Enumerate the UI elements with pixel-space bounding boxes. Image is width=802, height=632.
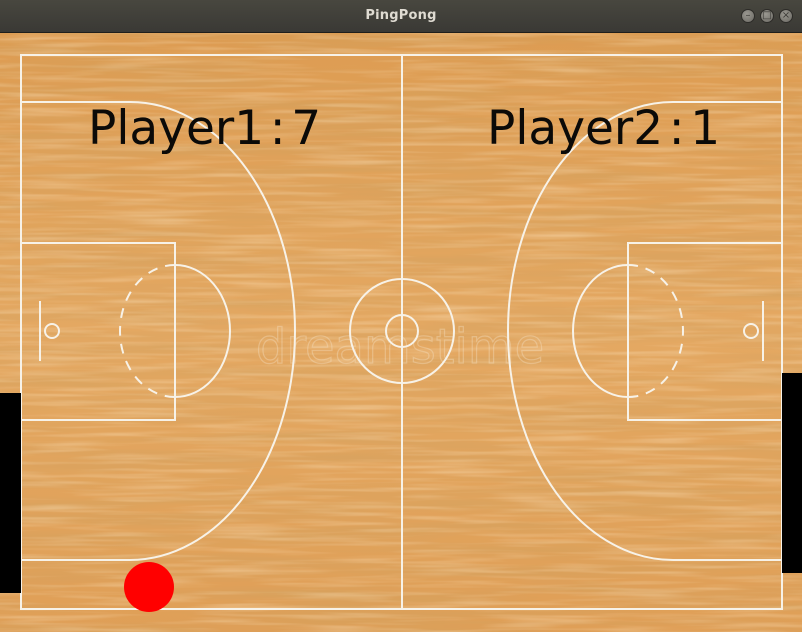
- close-button[interactable]: ×: [779, 9, 793, 23]
- player1-score: Player1:7: [88, 105, 321, 152]
- game-canvas[interactable]: dreamstime Player1: 7 Player2: 1: [0, 33, 802, 632]
- ball: [124, 562, 174, 612]
- minimize-button[interactable]: –: [741, 9, 755, 23]
- maximize-icon: □: [762, 10, 772, 21]
- player1-points: 7: [291, 101, 322, 156]
- player1-label: Player1: [88, 101, 265, 156]
- player2-label: Player2: [487, 101, 664, 156]
- window-title: PingPong: [365, 8, 437, 23]
- title-bar[interactable]: PingPong – □ ×: [0, 0, 802, 33]
- left-paddle[interactable]: [0, 393, 21, 593]
- player2-points: 1: [690, 101, 721, 156]
- right-paddle[interactable]: [782, 373, 802, 573]
- minimize-icon: –: [745, 10, 751, 21]
- close-icon: ×: [781, 10, 791, 21]
- player2-separator: :: [668, 101, 685, 156]
- player2-score: Player2:1: [487, 105, 720, 152]
- pingpong-window: PingPong – □ × dreamstime Player1: 7 Pl…: [0, 0, 802, 632]
- maximize-button[interactable]: □: [760, 9, 774, 23]
- player1-separator: :: [269, 101, 286, 156]
